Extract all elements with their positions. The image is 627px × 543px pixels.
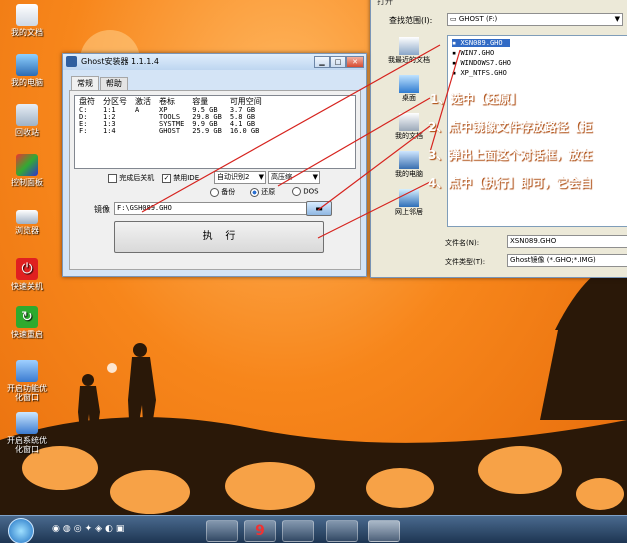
desktop: 我的文档 我的电脑 回收站 控制面板 浏览器 ⏻ 快速关机 ↻ 快速重启 开启功…: [0, 0, 627, 543]
browser-icon: 9: [255, 523, 265, 539]
taskbar-app-ghost[interactable]: [368, 520, 400, 542]
taskbar-app-browser[interactable]: 9: [244, 520, 276, 542]
quick-launch-icon[interactable]: ◐: [105, 524, 116, 534]
callout-lines: [141, 44, 461, 239]
annotation-step-4: 4、点中【执行】即可，它会自: [428, 176, 593, 190]
annotation-step-1: 1、选中【还原】: [430, 92, 523, 106]
quick-launch-icon[interactable]: ◈: [95, 524, 105, 534]
quick-launch-icon[interactable]: ◉: [52, 524, 63, 534]
quick-launch-icon[interactable]: ✦: [85, 524, 96, 534]
quick-launch-icon[interactable]: ▣: [116, 524, 128, 534]
quick-launch: ◉◍◎✦◈◐▣: [52, 524, 127, 534]
start-button[interactable]: [8, 518, 34, 543]
taskbar-app-explorer[interactable]: [206, 520, 238, 542]
taskbar-app-disk[interactable]: [326, 520, 358, 542]
quick-launch-icon[interactable]: ◍: [63, 524, 74, 534]
quick-launch-icon[interactable]: ◎: [74, 524, 85, 534]
taskbar: ◉◍◎✦◈◐▣ 9: [0, 515, 627, 543]
annotation-step-3: 3、弹出上面这个对话框，放在: [428, 148, 593, 162]
taskbar-app-notes[interactable]: [282, 520, 314, 542]
annotation-step-2: 2、点中镜像文件存放路径【拒: [428, 120, 593, 134]
